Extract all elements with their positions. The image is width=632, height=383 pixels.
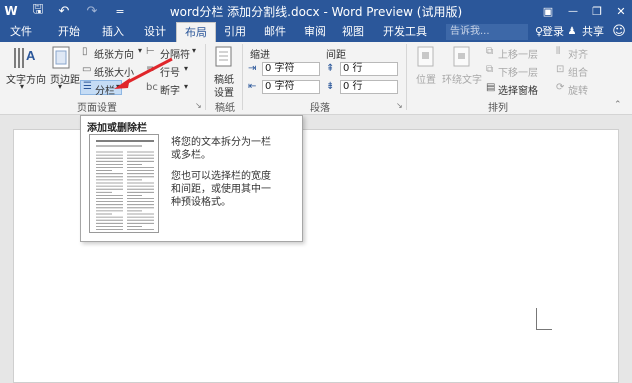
tab-references[interactable]: 引用: [218, 22, 252, 42]
tooltip-desc-line3: 您也可以选择栏的宽度: [171, 171, 271, 182]
send-backward-icon: ⧉: [486, 64, 494, 75]
tab-insert[interactable]: 插入: [96, 22, 130, 42]
rotate-icon: ⟳: [556, 82, 565, 93]
indent-left-icon: ⇥: [248, 63, 257, 74]
group-objects-icon: ⊡: [556, 64, 565, 75]
tab-home[interactable]: 开始: [52, 22, 86, 42]
tooltip-desc-line2: 或多栏。: [171, 150, 211, 161]
tooltip-title: 添加或删除栏: [87, 123, 147, 134]
ribbon-tab-bar: 文件 开始 插入 设计 布局 引用 邮件 审阅 视图 开发工具 告诉我... ♀…: [0, 22, 632, 42]
paper-size-icon: ▭: [82, 64, 92, 75]
group-divider: [406, 44, 407, 110]
chevron-down-icon: ▾: [58, 82, 63, 91]
spacing-after-value: 0 行: [343, 81, 363, 92]
share-button[interactable]: 共享: [580, 22, 606, 42]
wrap-text-icon: [453, 46, 470, 67]
group-divider: [205, 44, 206, 110]
columns-icon: ☰: [83, 81, 92, 92]
indent-right-value: 0 字符: [265, 81, 295, 92]
window-title: word分栏 添加分割线.docx - Word Preview (试用版): [169, 5, 463, 19]
text-direction-icon: A: [14, 48, 36, 68]
minimize-icon[interactable]: —: [564, 0, 582, 22]
position-label: 位置: [416, 75, 436, 86]
send-backward-button[interactable]: 下移一层: [498, 64, 538, 79]
sign-in-link[interactable]: 登录: [540, 22, 566, 42]
indent-left-value: 0 字符: [265, 63, 295, 74]
spacing-after-icon: ⇟: [326, 81, 335, 92]
text-direction-label: 文字方向: [6, 75, 46, 86]
tab-file[interactable]: 文件: [6, 22, 36, 42]
indent-right-field[interactable]: 0 字符: [262, 80, 320, 94]
close-icon[interactable]: ✕: [612, 0, 630, 22]
spacing-after-field[interactable]: 0 行: [340, 80, 398, 94]
position-icon: [417, 46, 434, 67]
chevron-down-icon: ▾: [192, 46, 197, 55]
dialog-launcher-icon[interactable]: ↘: [195, 101, 202, 110]
spacing-before-field[interactable]: 0 行: [340, 62, 398, 76]
tab-review[interactable]: 审阅: [298, 22, 332, 42]
rotate-button[interactable]: 旋转: [568, 82, 588, 97]
bring-forward-icon: ⧉: [486, 46, 494, 57]
ribbon-display-options-icon[interactable]: ▣: [540, 0, 556, 22]
page-setup-group-label: 页面设置: [77, 103, 117, 114]
tab-view[interactable]: 视图: [336, 22, 370, 42]
paragraph-group-label: 段落: [310, 103, 330, 114]
arrange-group-label: 排列: [488, 103, 508, 114]
chevron-down-icon: ▾: [138, 46, 143, 55]
chevron-down-icon: ▾: [184, 82, 189, 91]
draft-settings-line2: 设置: [214, 88, 234, 99]
dialog-launcher-icon[interactable]: ↘: [396, 101, 403, 110]
columns-preview-image: [89, 134, 159, 233]
restore-icon[interactable]: ❐: [588, 0, 606, 22]
chevron-down-icon: ▾: [20, 82, 25, 91]
indent-right-icon: ⇤: [248, 81, 257, 92]
margins-label: 页边距: [50, 75, 80, 86]
feedback-smiley-icon[interactable]: ☺: [610, 22, 628, 42]
share-people-icon[interactable]: ♟: [566, 22, 578, 42]
bring-forward-button[interactable]: 上移一层: [498, 46, 538, 61]
tell-me-text: 告诉我...: [450, 26, 490, 37]
selection-pane-icon: ▤: [486, 82, 496, 93]
title-bar: W 🖫 ↶ ↷ = word分栏 添加分割线.docx - Word Previ…: [0, 0, 632, 22]
two-column-preview: [96, 140, 154, 230]
svg-text:A: A: [26, 48, 36, 63]
tab-developer[interactable]: 开发工具: [378, 22, 432, 42]
wrap-text-label: 环绕文字: [442, 75, 482, 86]
spacing-heading: 间距: [326, 50, 346, 61]
group-divider: [242, 44, 243, 110]
page-corner-mark: [536, 308, 552, 330]
indent-left-field[interactable]: 0 字符: [262, 62, 320, 76]
annotation-arrow-icon: [114, 57, 173, 89]
selection-pane-button[interactable]: 选择窗格: [498, 82, 538, 97]
tab-mailings[interactable]: 邮件: [258, 22, 292, 42]
spacing-before-value: 0 行: [343, 63, 363, 74]
tooltip-desc-line1: 将您的文本拆分为一栏: [171, 137, 271, 148]
align-icon: ⫴: [556, 46, 561, 57]
draft-paper-icon: [215, 46, 232, 67]
tooltip-desc-line5: 种预设格式。: [171, 197, 231, 208]
indent-heading: 缩进: [250, 50, 270, 61]
collapse-ribbon-icon[interactable]: ⌃: [614, 100, 622, 110]
tell-me-search[interactable]: 告诉我...: [446, 24, 528, 40]
tooltip-desc-line4: 和间距，或使用其中一: [171, 184, 271, 195]
align-button[interactable]: 对齐: [568, 46, 588, 61]
draft-group-label: 稿纸: [215, 103, 235, 114]
tab-layout[interactable]: 布局: [176, 22, 216, 42]
columns-tooltip: 添加或删除栏 将您的文本拆分为一栏 或多栏。 您也可以选择栏的宽度 和间距，或使…: [80, 115, 303, 242]
chevron-down-icon: ▾: [184, 64, 189, 73]
ribbon-layout: A 文字方向 ▾ 页边距 ▾ ▯ 纸张方向 ▾ ▭ 纸张大小 ☰ 分栏 ⊢ 分隔…: [0, 42, 632, 115]
orientation-icon: ▯: [82, 46, 88, 57]
spacing-before-icon: ⇞: [326, 63, 335, 74]
group-objects-button[interactable]: 组合: [568, 64, 588, 79]
margins-icon: [52, 46, 70, 69]
tab-design[interactable]: 设计: [138, 22, 172, 42]
